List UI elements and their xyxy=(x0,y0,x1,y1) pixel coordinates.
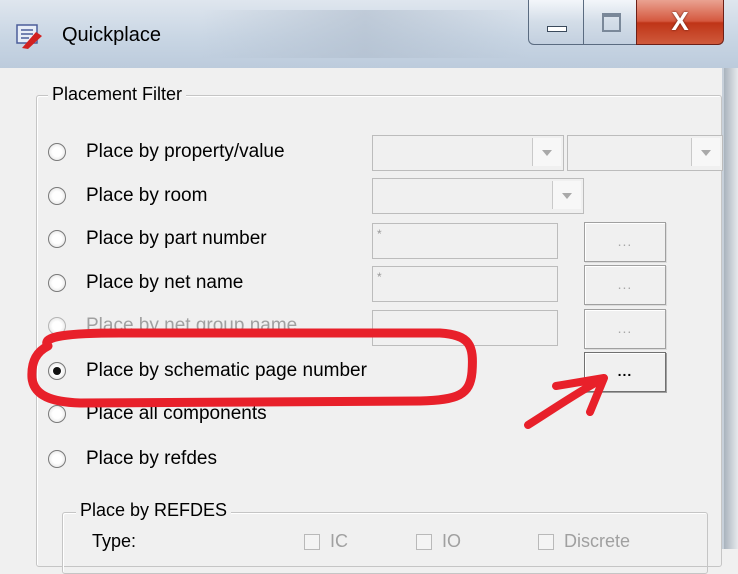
window-title: Quickplace xyxy=(62,24,161,46)
chevron-down-icon xyxy=(532,138,561,166)
browse-label: ... xyxy=(617,320,633,336)
type-label: Type: xyxy=(92,531,137,551)
option-label: Place by net name xyxy=(86,272,244,293)
placement-filter-label: Placement Filter xyxy=(48,84,187,105)
property-combo xyxy=(372,135,564,171)
checkbox-label: Discrete xyxy=(564,531,631,551)
value-combo xyxy=(567,135,723,171)
radio-all-components[interactable] xyxy=(48,405,66,423)
option-room[interactable]: Place by room xyxy=(48,182,207,210)
minimize-button[interactable] xyxy=(528,0,584,45)
checkbox-label: IO xyxy=(442,531,462,551)
close-button[interactable]: X xyxy=(636,0,724,45)
option-net-name[interactable]: Place by net name xyxy=(48,269,243,297)
option-schematic-page-number[interactable]: Place by schematic page number xyxy=(48,357,367,385)
option-label: Place all components xyxy=(86,403,267,424)
checkbox-io-box xyxy=(416,534,432,550)
net-group-name-input xyxy=(372,310,558,346)
close-icon: X xyxy=(671,6,689,36)
net-name-value: * xyxy=(377,270,382,284)
checkbox-discrete-box xyxy=(538,534,554,550)
option-refdes[interactable]: Place by refdes xyxy=(48,445,217,473)
checkbox-ic: IC xyxy=(304,531,348,551)
radio-part-number[interactable] xyxy=(48,230,66,248)
browse-label: ... xyxy=(617,363,633,379)
browse-label: ... xyxy=(617,276,633,292)
checkbox-ic-box xyxy=(304,534,320,550)
part-number-value: * xyxy=(377,227,382,241)
radio-net-group-name xyxy=(48,317,66,335)
net-name-input: * xyxy=(372,266,558,302)
room-combo xyxy=(372,178,584,214)
title-bar-glass xyxy=(200,10,530,58)
quickplace-app-icon xyxy=(16,24,42,49)
option-label: Place by room xyxy=(86,185,208,206)
option-property-value[interactable]: Place by property/value xyxy=(48,138,285,166)
net-name-browse-button: ... xyxy=(584,265,666,305)
radio-net-name[interactable] xyxy=(48,274,66,292)
chevron-down-icon xyxy=(691,138,720,166)
option-label: Place by part number xyxy=(86,228,267,249)
option-part-number[interactable]: Place by part number xyxy=(48,225,267,253)
minimize-icon xyxy=(547,26,567,32)
part-number-input: * xyxy=(372,223,558,259)
radio-property-value[interactable] xyxy=(48,143,66,161)
checkbox-label: IC xyxy=(330,531,348,551)
maximize-button[interactable] xyxy=(583,0,637,45)
radio-room[interactable] xyxy=(48,187,66,205)
option-label: Place by refdes xyxy=(86,448,217,469)
title-bar[interactable]: Quickplace X xyxy=(0,0,738,68)
checkbox-io: IO xyxy=(416,531,462,551)
radio-schematic-page-number[interactable] xyxy=(48,362,66,380)
net-group-browse-button: ... xyxy=(584,309,666,349)
maximize-icon xyxy=(602,13,621,32)
option-label: Place by property/value xyxy=(86,141,285,162)
option-label: Place by schematic page number xyxy=(86,360,367,381)
radio-refdes[interactable] xyxy=(48,450,66,468)
chevron-down-icon xyxy=(552,181,581,209)
option-label: Place by net group name xyxy=(86,315,298,336)
option-all-components[interactable]: Place all components xyxy=(48,400,267,428)
part-number-browse-button: ... xyxy=(584,222,666,262)
option-net-group-name: Place by net group name xyxy=(48,312,297,340)
place-by-refdes-label: Place by REFDES xyxy=(76,500,232,521)
schematic-page-browse-button[interactable]: ... xyxy=(584,352,666,392)
browse-label: ... xyxy=(617,233,633,249)
background-strip xyxy=(724,68,738,549)
checkbox-discrete: Discrete xyxy=(538,531,631,551)
